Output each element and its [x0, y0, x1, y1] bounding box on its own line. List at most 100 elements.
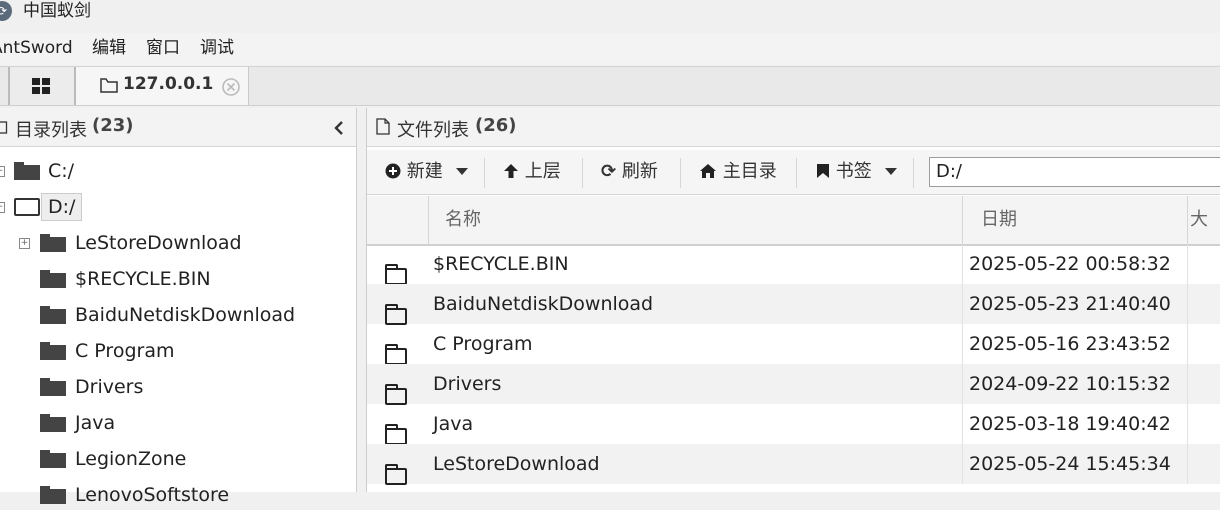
- bookmark-icon: [817, 164, 829, 178]
- file-date: 2024-09-22 10:15:32: [962, 364, 1189, 404]
- file-name: BaiduNetdiskDownload: [433, 293, 654, 315]
- file-row[interactable]: BaiduNetdiskDownload 2025-05-23 21:40:40: [367, 284, 1220, 325]
- folder-icon: [385, 264, 407, 285]
- folder-icon: [40, 306, 66, 324]
- tree-node-label: Java: [75, 412, 116, 434]
- folder-icon: [385, 304, 407, 325]
- toolbar-divider: [796, 158, 797, 188]
- file-size: [1187, 364, 1220, 404]
- bookmark-button[interactable]: 书签: [816, 156, 898, 188]
- file-count: (26): [475, 115, 517, 136]
- window-title: 中国蚁剑: [23, 1, 91, 21]
- file-date: 2025-05-24 15:45:34: [962, 444, 1189, 484]
- file-date: 2025-03-18 19:40:42: [962, 404, 1189, 444]
- file-size: [1187, 324, 1220, 364]
- home-icon: [700, 164, 716, 178]
- menu-bar: AntSword 编辑 窗口 调试: [0, 33, 1220, 65]
- tab-home-grid[interactable]: [8, 67, 76, 105]
- refresh-icon: ⟳: [601, 161, 617, 182]
- folder-icon: [40, 450, 66, 468]
- toolbar-divider: [680, 158, 681, 188]
- folder-icon: [385, 384, 407, 405]
- grid-icon: [32, 78, 50, 94]
- file-list-panel: 文件列表 (26) 新建 上层 ⟳ 刷新 主目录 书签 D:/ 名称 日期 大 …: [366, 108, 1220, 492]
- tree-node-label: C:/: [48, 160, 75, 182]
- refresh-button[interactable]: ⟳ 刷新: [601, 156, 658, 188]
- tree-node-label: D:/: [41, 193, 83, 221]
- file-date: 2025-05-16 23:43:52: [962, 324, 1189, 364]
- bookmark-button-label: 书签: [835, 161, 872, 182]
- folder-icon: [40, 486, 66, 504]
- folder-icon: [385, 344, 407, 365]
- arrow-up-icon: [504, 164, 518, 178]
- folder-icon: [40, 234, 66, 252]
- folder-icon: [40, 342, 66, 360]
- up-button-label: 上层: [524, 161, 561, 182]
- tree-node-label: LeStoreDownload: [75, 232, 242, 254]
- up-button[interactable]: 上层: [503, 156, 561, 188]
- folder-icon: [0, 121, 8, 134]
- file-size: [1187, 244, 1220, 284]
- tab-host-label: 127.0.0.1: [123, 74, 214, 94]
- collapse-icon[interactable]: −: [0, 202, 5, 213]
- file-name: LeStoreDownload: [433, 453, 600, 475]
- tree-node-label: C Program: [75, 340, 175, 362]
- folder-open-icon: [14, 198, 40, 216]
- directory-panel-header: 目录列表 (23): [0, 108, 356, 147]
- file-row[interactable]: C Program 2025-05-16 23:43:52: [367, 324, 1220, 365]
- new-button-label: 新建: [406, 161, 443, 182]
- caret-down-icon: [456, 168, 469, 175]
- file-table-header: 名称 日期 大: [367, 196, 1220, 246]
- directory-panel-title: 目录列表: [15, 120, 87, 141]
- file-row[interactable]: $RECYCLE.BIN 2025-05-22 00:58:32: [367, 244, 1220, 285]
- file-row[interactable]: Java 2025-03-18 19:40:42: [367, 404, 1220, 445]
- file-size: [1187, 404, 1220, 444]
- tree-node-label: LegionZone: [75, 448, 187, 470]
- folder-icon: [385, 424, 407, 445]
- column-date[interactable]: 日期: [962, 196, 1188, 244]
- column-size[interactable]: 大: [1187, 196, 1220, 244]
- home-button[interactable]: 主目录: [699, 156, 777, 188]
- menu-antsword[interactable]: AntSword: [0, 37, 73, 59]
- expand-icon[interactable]: +: [0, 166, 5, 177]
- close-icon[interactable]: [221, 77, 241, 97]
- menu-edit[interactable]: 编辑: [92, 37, 126, 59]
- file-toolbar: 新建 上层 ⟳ 刷新 主目录 书签: [367, 150, 1220, 195]
- menu-window[interactable]: 窗口: [146, 37, 180, 59]
- collapse-chevron-icon[interactable]: [332, 120, 346, 136]
- folder-icon: [100, 78, 118, 93]
- expand-icon[interactable]: +: [19, 238, 30, 249]
- file-name: Java: [433, 413, 474, 435]
- menu-debug[interactable]: 调试: [200, 37, 234, 59]
- tree-node-label: $RECYCLE.BIN: [75, 268, 211, 290]
- home-button-label: 主目录: [722, 161, 777, 182]
- folder-icon: [40, 414, 66, 432]
- folder-icon: [40, 270, 66, 288]
- file-row[interactable]: LeStoreDownload 2025-05-24 15:45:34: [367, 444, 1220, 485]
- tree-node-label: LenovoSoftstore: [75, 484, 230, 506]
- app-logo-icon: ⟳: [0, 1, 12, 21]
- path-input[interactable]: [929, 157, 1220, 187]
- file-size: [1187, 284, 1220, 324]
- tab-host[interactable]: 127.0.0.1: [76, 67, 249, 105]
- file-list-panel-header: 文件列表 (26): [367, 108, 1220, 147]
- toolbar-divider: [484, 158, 485, 188]
- folder-icon: [40, 378, 66, 396]
- new-button[interactable]: 新建: [385, 156, 469, 188]
- file-date: 2025-05-23 21:40:40: [962, 284, 1189, 324]
- column-name[interactable]: 名称: [428, 196, 962, 244]
- toolbar-divider: [582, 158, 583, 188]
- toolbar-divider: [913, 158, 914, 188]
- caret-down-icon: [885, 168, 898, 175]
- folder-icon: [14, 162, 40, 180]
- file-list-title: 文件列表: [397, 120, 469, 141]
- title-bar: ⟳ 中国蚁剑: [0, 0, 1220, 30]
- file-name: $RECYCLE.BIN: [433, 253, 569, 275]
- directory-count: (23): [92, 115, 134, 136]
- file-name: C Program: [433, 333, 533, 355]
- file-name: Drivers: [433, 373, 502, 395]
- tab-bar: 127.0.0.1: [0, 66, 1220, 106]
- tree-node-label: Drivers: [75, 376, 144, 398]
- plus-circle-icon: [385, 163, 401, 179]
- file-row[interactable]: Drivers 2024-09-22 10:15:32: [367, 364, 1220, 405]
